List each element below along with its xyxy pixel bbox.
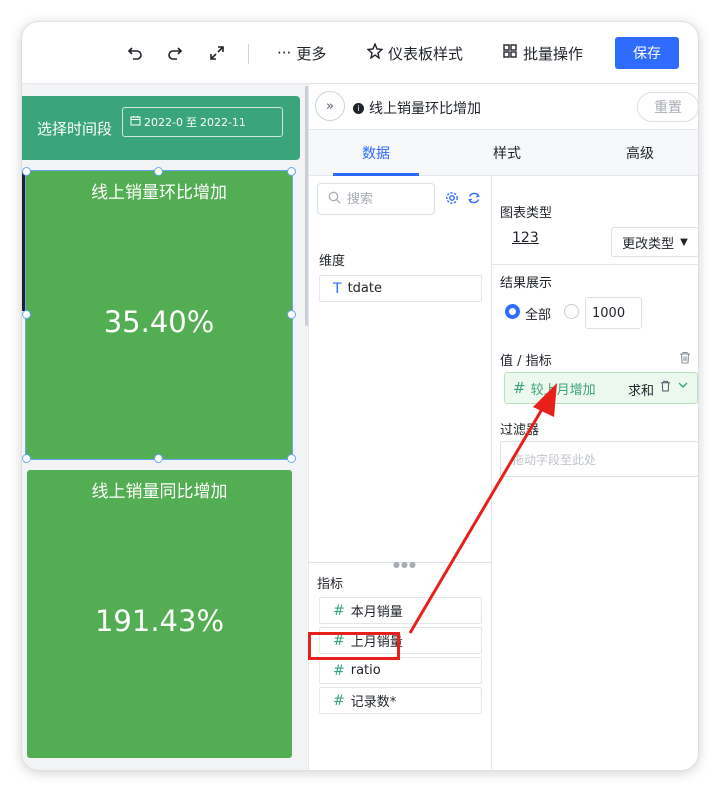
time-filter-label: 选择时间段 [37, 120, 113, 138]
resize-handle[interactable] [22, 167, 31, 176]
batch-operation-button[interactable]: 批量操作 [502, 40, 583, 66]
value-measure-label: 值 / 指标 [500, 354, 552, 369]
resize-handle[interactable] [22, 454, 31, 463]
range-end: 2022-11 [199, 115, 246, 129]
tab-style[interactable]: 样式 [464, 130, 550, 176]
caret-down-icon: ▼ [680, 236, 688, 248]
kpi-card-mom[interactable]: 线上销量环比增加 35.40% [25, 170, 293, 460]
trash-icon[interactable] [660, 380, 671, 395]
active-tab-indicator [333, 173, 419, 176]
result-display-label: 结果展示 [500, 276, 553, 291]
field-search [317, 183, 435, 215]
grid-icon [502, 43, 518, 63]
selection-edge-indicator [22, 171, 25, 311]
toolbar-divider [248, 44, 249, 64]
panel-title: i 线上销量环比增加 [353, 98, 481, 118]
more-button[interactable]: ··· 更多 [277, 40, 326, 66]
ellipsis-icon: ··· [277, 44, 292, 62]
info-icon: i [353, 102, 364, 114]
drag-handle-icon: ●●● [393, 560, 417, 569]
highlight-box [308, 632, 400, 660]
column-divider [491, 176, 492, 770]
radio-all[interactable] [505, 304, 520, 319]
top-toolbar: ··· 更多 仪表板样式 批量操作 保存 [22, 22, 698, 84]
config-panel: » i 线上销量环比增加 重置 数据 样式 高级 搜索 维度 T tdate ●… [308, 84, 698, 770]
kpi-title: 线上销量同比增加 [91, 482, 228, 502]
text-type-icon: T [333, 280, 342, 297]
expand-icon[interactable] [206, 42, 228, 64]
number-type-icon: # [513, 379, 526, 397]
pane-splitter[interactable]: ●●● [309, 560, 491, 569]
double-chevron-right-icon: » [326, 98, 334, 114]
panel-tabs: 数据 样式 高级 [309, 130, 698, 176]
radio-limit[interactable] [564, 304, 579, 319]
measure-name: 较上月增加 [530, 382, 596, 398]
change-type-label: 更改类型 [622, 236, 675, 252]
kpi-value: 191.43% [94, 604, 225, 638]
number-type-icon: # [333, 602, 345, 619]
undo-icon[interactable] [124, 42, 146, 64]
gear-icon[interactable] [443, 189, 461, 207]
change-type-dropdown[interactable]: 更改类型 ▼ [611, 227, 698, 257]
dimension-section-label: 维度 [319, 254, 346, 269]
resize-handle[interactable] [22, 310, 31, 319]
chart-type-label: 图表类型 [500, 206, 553, 221]
resize-handle[interactable] [154, 167, 163, 176]
measure-field[interactable]: # 本月销量 [319, 597, 482, 624]
filter-label: 过滤器 [500, 423, 540, 438]
measure-field[interactable]: # 记录数* [319, 687, 482, 714]
trash-icon[interactable] [679, 351, 691, 368]
kpi-card-yoy[interactable]: 线上销量同比增加 191.43% [27, 470, 292, 758]
result-limit-input[interactable] [585, 297, 642, 329]
dashboard-style-button[interactable]: 仪表板样式 [366, 40, 464, 66]
aggregation-label[interactable]: 求和 [628, 380, 654, 399]
search-input[interactable] [347, 191, 427, 207]
save-button[interactable]: 保存 [615, 37, 679, 69]
batch-operation-label: 批量操作 [523, 44, 584, 63]
chevron-down-icon[interactable] [678, 379, 688, 393]
reset-button[interactable]: 重置 [637, 92, 698, 122]
panel-title-text: 线上销量环比增加 [369, 101, 481, 117]
palette-icon [366, 42, 384, 63]
section-divider [492, 264, 698, 265]
resize-handle[interactable] [287, 310, 296, 319]
number-type-icon: # [333, 692, 345, 709]
field-name: 本月销量 [350, 605, 403, 620]
collapse-panel-button[interactable]: » [315, 91, 345, 121]
field-name: ratio [350, 663, 381, 678]
dashboard-style-label: 仪表板样式 [388, 44, 464, 63]
tab-advanced[interactable]: 高级 [597, 130, 683, 176]
search-icon [328, 191, 341, 208]
date-range-picker[interactable]: 2022-0 至 2022-11 [122, 107, 283, 137]
dimension-field[interactable]: T tdate [319, 275, 482, 302]
more-label: 更多 [296, 44, 327, 63]
measure-section-label: 指标 [317, 577, 344, 592]
kpi-value: 35.40% [103, 305, 215, 339]
time-range-filter: 选择时间段 2022-0 至 2022-11 [22, 96, 300, 160]
tab-data[interactable]: 数据 [333, 130, 419, 176]
range-start: 2022-0 [144, 115, 183, 129]
range-separator: 至 [185, 116, 197, 129]
dashboard-canvas: 选择时间段 2022-0 至 2022-11 线上销量环比增加 35.40% 线… [22, 84, 308, 770]
value-measure-chip[interactable]: # 较上月增加 求和 [504, 372, 698, 404]
indicator-card-icon: 123 [512, 230, 539, 246]
resize-handle[interactable] [287, 454, 296, 463]
measure-field-ratio[interactable]: # ratio [319, 657, 482, 684]
number-type-icon: # [333, 662, 345, 679]
refresh-icon[interactable] [465, 189, 483, 207]
radio-all-label: 全部 [525, 308, 552, 323]
resize-handle[interactable] [154, 454, 163, 463]
field-name: 记录数* [350, 695, 397, 710]
calendar-icon [130, 115, 141, 129]
field-name: tdate [347, 281, 382, 296]
panel-header: » i 线上销量环比增加 重置 [309, 84, 698, 130]
filter-drop-zone[interactable]: 拖动字段至此处 [500, 441, 698, 477]
kpi-title: 线上销量环比增加 [91, 183, 227, 203]
redo-icon[interactable] [164, 42, 186, 64]
resize-handle[interactable] [287, 167, 296, 176]
